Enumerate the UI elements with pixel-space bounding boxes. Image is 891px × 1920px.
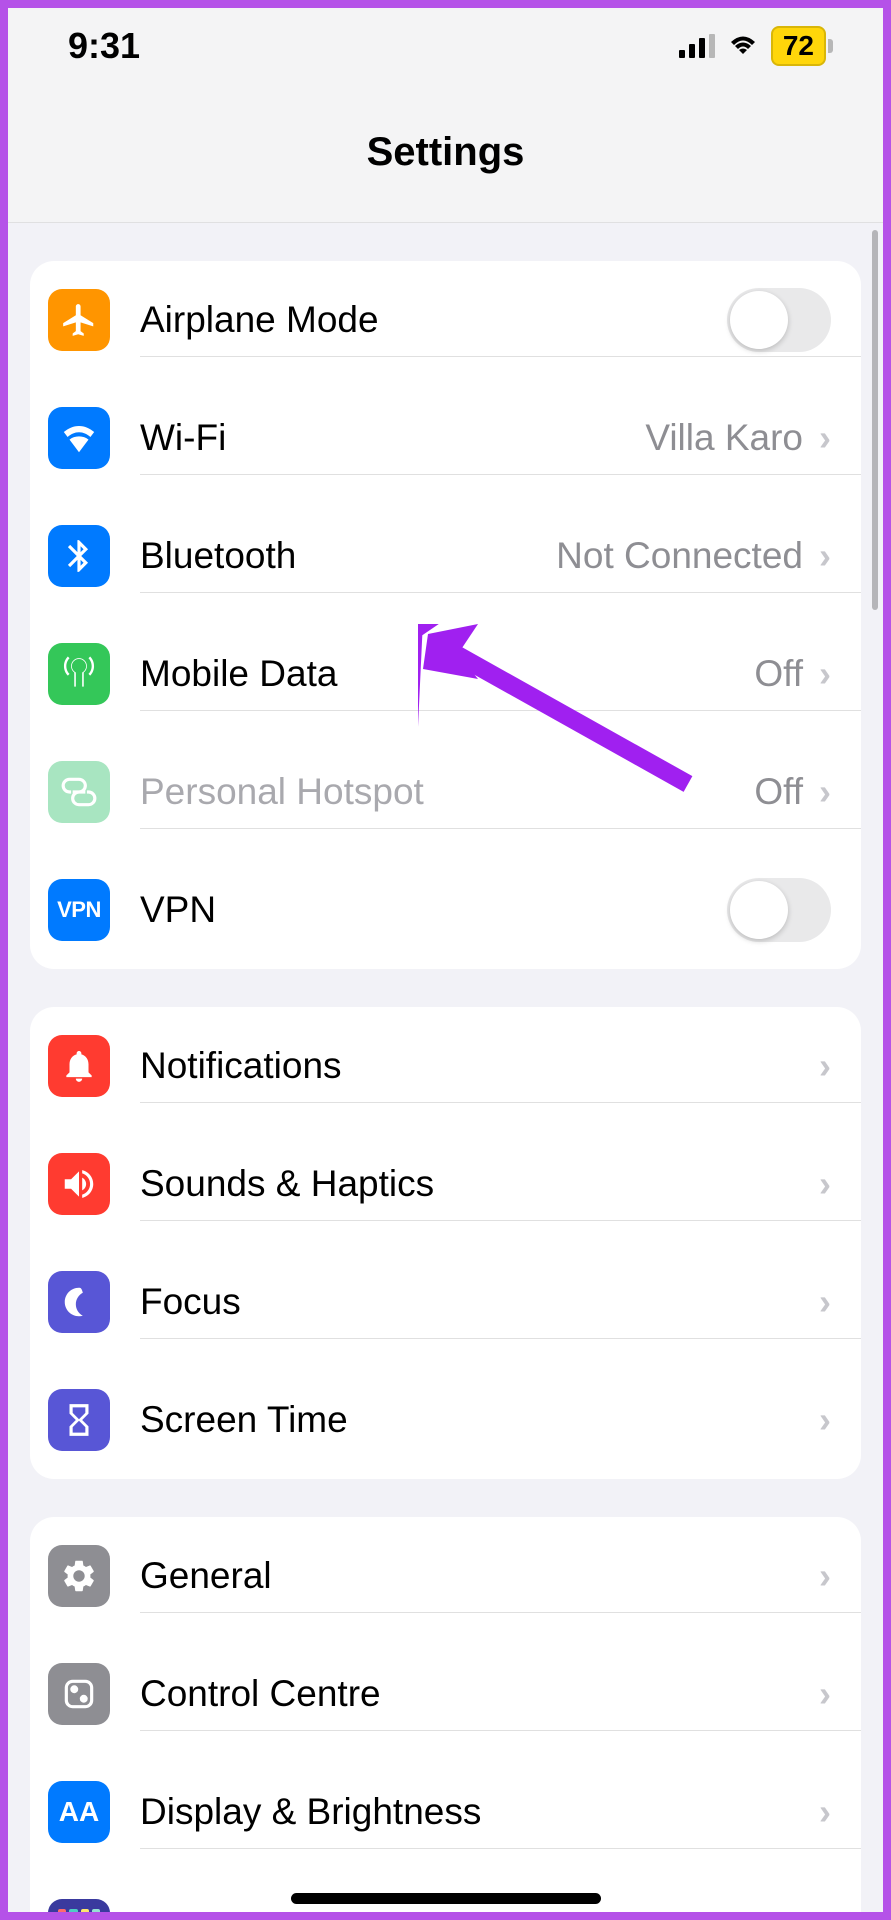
row-label: General (140, 1555, 272, 1597)
chevron-right-icon: › (819, 1909, 831, 1920)
personal-hotspot-row[interactable]: Personal Hotspot Off › (30, 733, 861, 851)
moon-icon (48, 1271, 110, 1333)
general-section: General › Control Centre › (30, 1517, 861, 1920)
notifications-row[interactable]: Notifications › (30, 1007, 861, 1125)
bell-icon (48, 1035, 110, 1097)
row-label: Wi-Fi (140, 417, 226, 459)
bluetooth-row[interactable]: Bluetooth Not Connected › (30, 497, 861, 615)
row-label: VPN (140, 889, 216, 931)
chevron-right-icon: › (819, 1791, 831, 1833)
speaker-icon (48, 1153, 110, 1215)
chevron-right-icon: › (819, 535, 831, 577)
chevron-right-icon: › (819, 1163, 831, 1205)
row-label: Bluetooth (140, 535, 296, 577)
bluetooth-icon (48, 525, 110, 587)
airplane-mode-row[interactable]: Airplane Mode (30, 261, 861, 379)
notifications-section: Notifications › Sounds & Haptics › (30, 1007, 861, 1479)
hotspot-value: Off (754, 771, 803, 813)
row-label: Mobile Data (140, 653, 337, 695)
airplane-mode-switch[interactable] (727, 288, 831, 352)
status-indicators: 72 (679, 26, 833, 66)
wifi-value: Villa Karo (645, 417, 803, 459)
wifi-icon (48, 407, 110, 469)
chevron-right-icon: › (819, 771, 831, 813)
mobile-data-row[interactable]: Mobile Data Off › (30, 615, 861, 733)
general-row[interactable]: General › (30, 1517, 861, 1635)
chevron-right-icon: › (819, 1399, 831, 1441)
chevron-right-icon: › (819, 1673, 831, 1715)
status-time: 9:31 (68, 25, 140, 67)
vpn-icon: VPN (48, 879, 110, 941)
row-label: Screen Time (140, 1399, 348, 1441)
chevron-right-icon: › (819, 653, 831, 695)
row-label: Sounds & Haptics (140, 1163, 434, 1205)
status-bar: 9:31 72 (8, 8, 883, 83)
home-grid-icon (48, 1899, 110, 1920)
focus-row[interactable]: Focus › (30, 1243, 861, 1361)
chevron-right-icon: › (819, 1045, 831, 1087)
wifi-status-icon (727, 34, 759, 58)
battery-percent: 72 (771, 26, 826, 66)
row-label: Airplane Mode (140, 299, 379, 341)
mobile-data-value: Off (754, 653, 803, 695)
battery-indicator: 72 (771, 26, 833, 66)
wifi-row[interactable]: Wi-Fi Villa Karo › (30, 379, 861, 497)
airplane-icon (48, 289, 110, 351)
row-label: Home Screen (140, 1909, 366, 1920)
navigation-header: Settings (8, 83, 883, 223)
app-frame: 9:31 72 Settings (0, 0, 891, 1920)
settings-content: Airplane Mode Wi-Fi Villa Karo › (8, 261, 883, 1920)
row-label: Focus (140, 1281, 241, 1323)
row-label: Notifications (140, 1045, 342, 1087)
text-size-icon: AA (48, 1781, 110, 1843)
home-indicator[interactable] (291, 1893, 601, 1904)
toggles-icon (48, 1663, 110, 1725)
antenna-icon (48, 643, 110, 705)
chevron-right-icon: › (819, 417, 831, 459)
row-label: Display & Brightness (140, 1791, 481, 1833)
gear-icon (48, 1545, 110, 1607)
hourglass-icon (48, 1389, 110, 1451)
screen-time-row[interactable]: Screen Time › (30, 1361, 861, 1479)
chevron-right-icon: › (819, 1555, 831, 1597)
control-centre-row[interactable]: Control Centre › (30, 1635, 861, 1753)
row-label: Control Centre (140, 1673, 381, 1715)
row-label: Personal Hotspot (140, 771, 424, 813)
vpn-switch[interactable] (727, 878, 831, 942)
cellular-signal-icon (679, 34, 715, 58)
vpn-row[interactable]: VPN VPN (30, 851, 861, 969)
sounds-row[interactable]: Sounds & Haptics › (30, 1125, 861, 1243)
bluetooth-value: Not Connected (556, 535, 803, 577)
connectivity-section: Airplane Mode Wi-Fi Villa Karo › (30, 261, 861, 969)
chevron-right-icon: › (819, 1281, 831, 1323)
hotspot-icon (48, 761, 110, 823)
scrollbar[interactable] (872, 230, 878, 610)
display-brightness-row[interactable]: AA Display & Brightness › (30, 1753, 861, 1871)
page-title: Settings (367, 130, 525, 175)
